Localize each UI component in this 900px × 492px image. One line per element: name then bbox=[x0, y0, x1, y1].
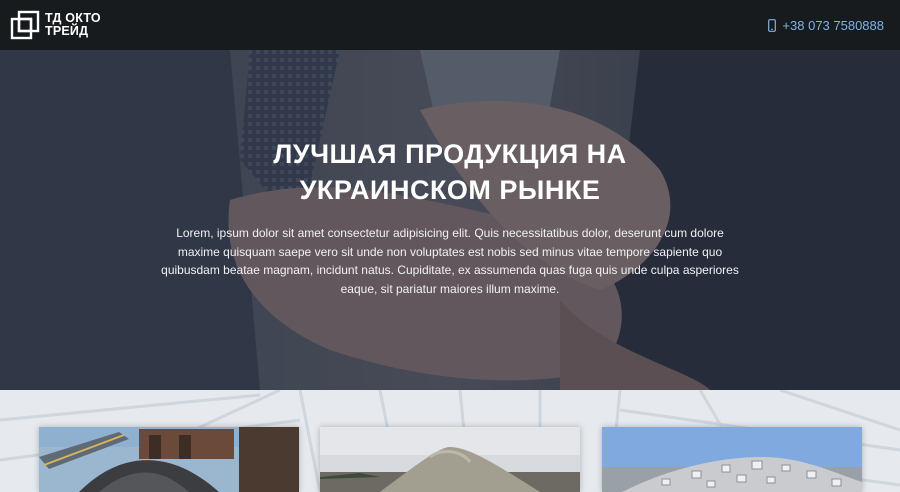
product-card-crushed-stone[interactable] bbox=[602, 427, 862, 492]
phone-number: +38 073 7580888 bbox=[782, 17, 884, 33]
products-section bbox=[0, 390, 900, 492]
hero-section: ЛУЧШАЯ ПРОДУКЦИЯ НА УКРАИНСКОМ РЫНКЕ Lor… bbox=[0, 50, 900, 390]
brand-logo-icon bbox=[10, 10, 40, 40]
site-header: ТД ОКТО ТРЕЙД +38 073 7580888 bbox=[0, 0, 900, 50]
hero-content: ЛУЧШАЯ ПРОДУКЦИЯ НА УКРАИНСКОМ РЫНКЕ Lor… bbox=[150, 136, 750, 298]
smartphone-icon bbox=[768, 18, 777, 32]
coal-conveyor-photo bbox=[39, 427, 299, 492]
crushed-stone-photo bbox=[602, 427, 862, 492]
sand-pile-photo bbox=[320, 427, 580, 492]
brand-name-line2: ТРЕЙД bbox=[45, 24, 89, 38]
phone-link[interactable]: +38 073 7580888 bbox=[768, 18, 884, 33]
brand-logo-link[interactable]: ТД ОКТО ТРЕЙД bbox=[10, 10, 101, 40]
hero-title: ЛУЧШАЯ ПРОДУКЦИЯ НА УКРАИНСКОМ РЫНКЕ bbox=[150, 136, 750, 208]
brand-name: ТД ОКТО ТРЕЙД bbox=[45, 12, 101, 38]
hero-description: Lorem, ipsum dolor sit amet consectetur … bbox=[161, 226, 739, 296]
product-card-sand[interactable] bbox=[320, 427, 580, 492]
product-card-coal[interactable] bbox=[39, 427, 299, 492]
hero-title-line1: ЛУЧШАЯ ПРОДУКЦИЯ НА bbox=[273, 139, 627, 169]
hero-title-line2: УКРАИНСКОМ РЫНКЕ bbox=[299, 175, 601, 205]
